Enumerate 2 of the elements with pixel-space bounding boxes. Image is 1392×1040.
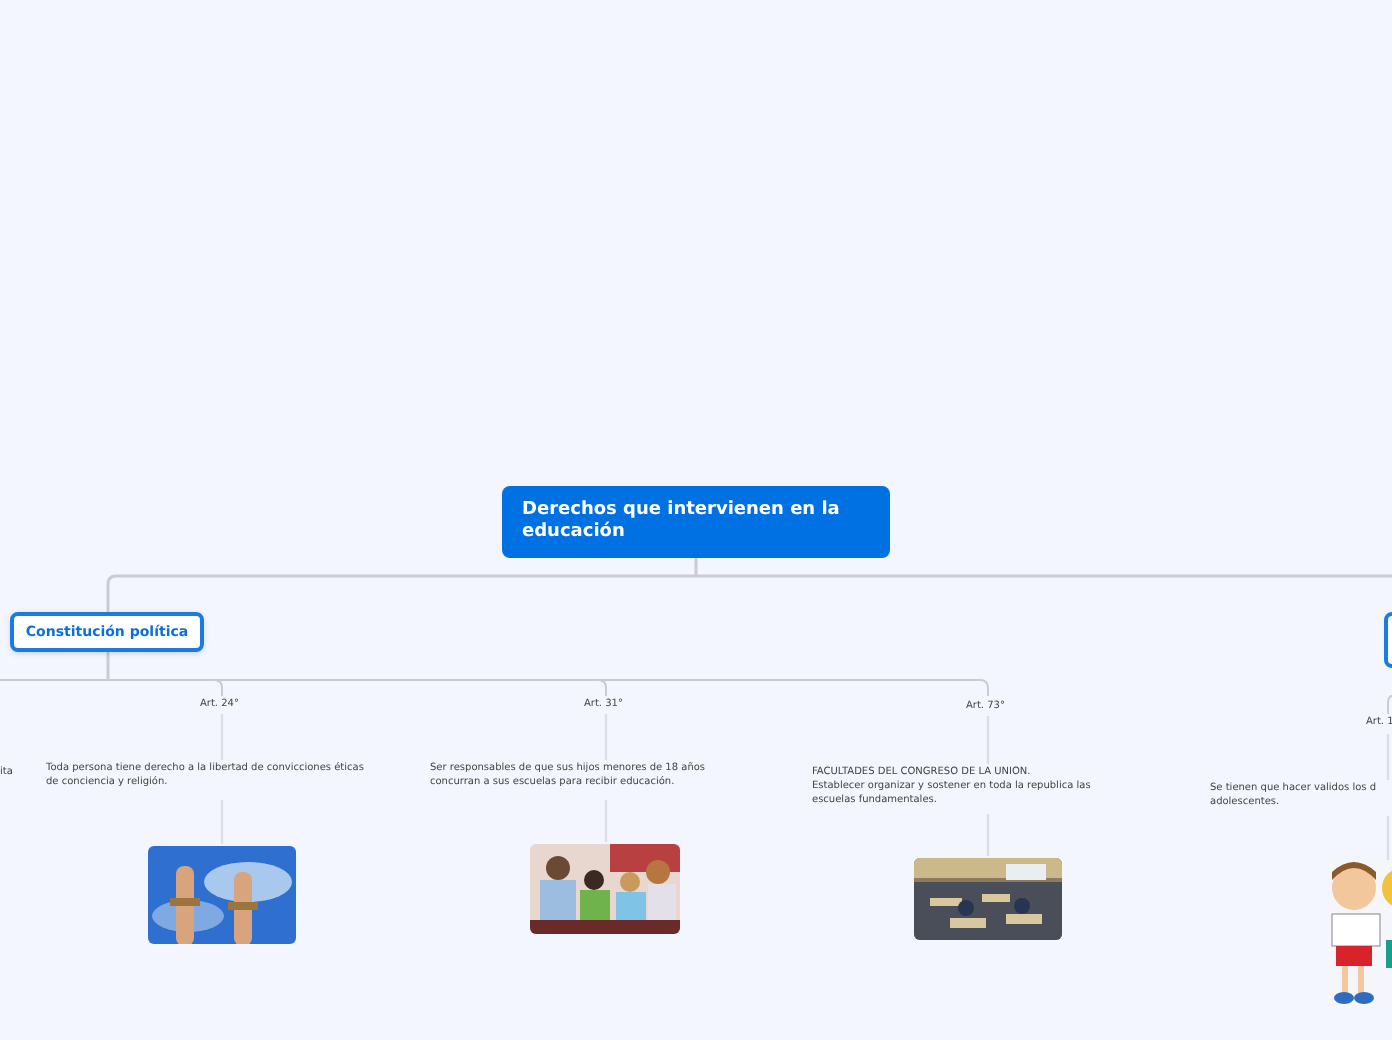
central-topic[interactable]: Derechos que intervienen en la educación xyxy=(502,486,890,558)
connector-line xyxy=(1387,695,1392,715)
